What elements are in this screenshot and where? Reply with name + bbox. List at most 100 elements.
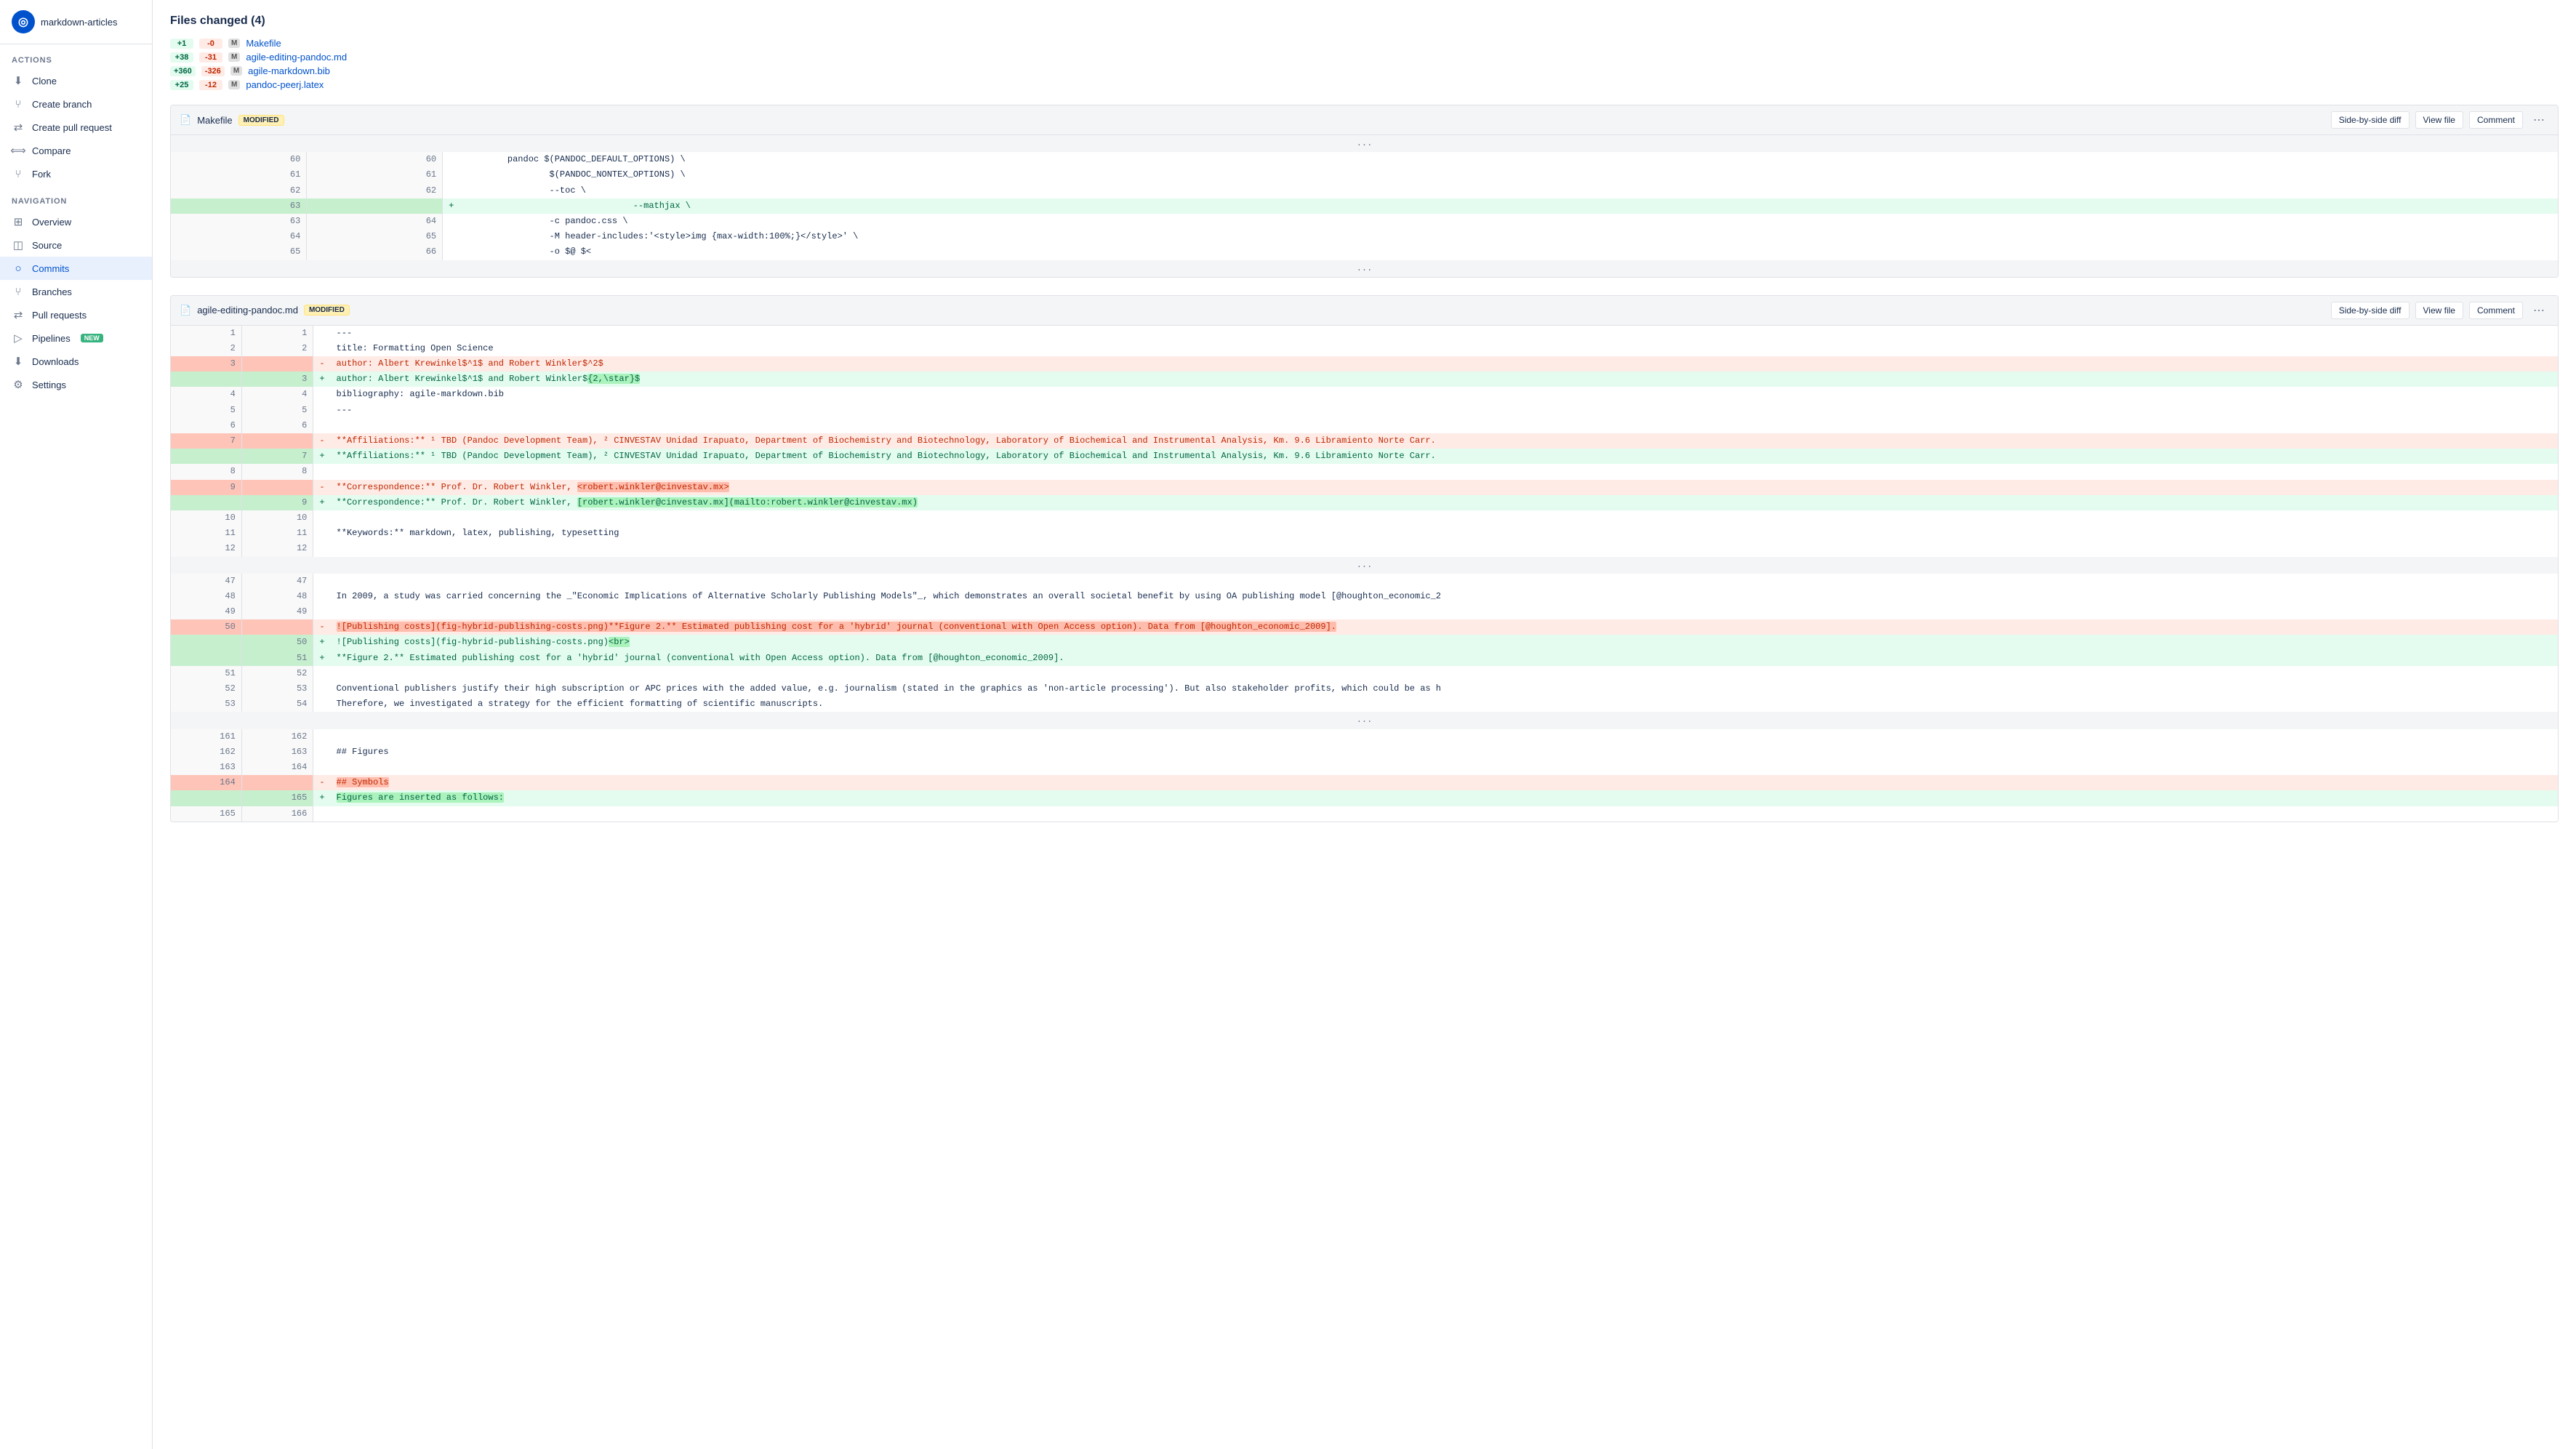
sidebar-item-fork[interactable]: ⑂ Fork: [0, 162, 152, 185]
sidebar-item-label: Source: [32, 240, 62, 251]
line-num-new: 163: [241, 744, 313, 760]
diff-remove-badge: -12: [199, 80, 222, 90]
file-link[interactable]: Makefile: [246, 38, 281, 49]
table-row: 12 12: [171, 541, 2558, 556]
diff-marker: [313, 666, 331, 681]
sidebar-item-label: Overview: [32, 217, 71, 228]
sidebar-item-settings[interactable]: ⚙ Settings: [0, 373, 152, 396]
fork-icon: ⑂: [12, 167, 25, 180]
side-by-side-button[interactable]: Side-by-side diff: [2331, 111, 2410, 129]
sidebar-item-create-branch[interactable]: ⑂ Create branch: [0, 92, 152, 116]
line-num-new: 162: [241, 729, 313, 744]
diff-remove-badge: -0: [199, 39, 222, 49]
table-row: 49 49: [171, 604, 2558, 619]
line-num-old: [171, 651, 241, 666]
diff-marker: -: [313, 619, 331, 635]
diff-filename: Makefile: [197, 115, 232, 126]
line-content: [331, 604, 2558, 619]
logo-icon: ◎: [12, 10, 35, 33]
file-list: +1 -0 M Makefile +38 -31 M agile-editing…: [170, 38, 2559, 90]
table-row: 63 + --mathjax \: [171, 198, 2558, 214]
line-num-old: 2: [171, 341, 241, 356]
sidebar-item-label: Commits: [32, 263, 69, 274]
table-row: 6 6: [171, 418, 2558, 433]
comment-button[interactable]: Comment: [2469, 302, 2523, 319]
line-num-new: 164: [241, 760, 313, 775]
line-num-new: [241, 619, 313, 635]
sidebar-item-pull-requests[interactable]: ⇄ Pull requests: [0, 303, 152, 326]
line-num-new: 1: [241, 326, 313, 341]
line-num-old: [171, 635, 241, 650]
view-file-button[interactable]: View file: [2415, 302, 2463, 319]
file-link[interactable]: agile-editing-pandoc.md: [246, 52, 347, 63]
line-content: --mathjax \: [460, 198, 2558, 214]
sidebar-item-compare[interactable]: ⟺ Compare: [0, 139, 152, 162]
line-num-new: 65: [307, 229, 443, 244]
line-content: [331, 510, 2558, 526]
sidebar-item-overview[interactable]: ⊞ Overview: [0, 210, 152, 233]
sidebar-item-commits[interactable]: ○ Commits: [0, 257, 152, 280]
line-num-new: 165: [241, 790, 313, 806]
actions-label: ACTIONS: [0, 44, 152, 69]
line-content: [331, 464, 2558, 479]
line-num-old: [171, 790, 241, 806]
diff-marker: [443, 229, 460, 244]
line-num-old: [171, 372, 241, 387]
line-num-old: 5: [171, 403, 241, 418]
more-button[interactable]: ⋯: [2529, 111, 2549, 129]
line-num-new: 50: [241, 635, 313, 650]
sidebar-item-create-pull-request[interactable]: ⇄ Create pull request: [0, 116, 152, 139]
file-link[interactable]: agile-markdown.bib: [248, 65, 330, 76]
table-row: 47 47: [171, 574, 2558, 589]
diff-marker: [313, 744, 331, 760]
sidebar-item-downloads[interactable]: ⬇ Downloads: [0, 350, 152, 373]
diff-marker: [313, 697, 331, 712]
diff-marker: [313, 326, 331, 341]
diff-marker: +: [313, 372, 331, 387]
files-changed-header: Files changed (4): [170, 15, 2559, 28]
overview-icon: ⊞: [12, 215, 25, 228]
table-row: 1 1 ---: [171, 326, 2558, 341]
line-content: pandoc $(PANDOC_DEFAULT_OPTIONS) \: [460, 152, 2558, 167]
line-num-old: 63: [171, 198, 307, 214]
line-num-new: 52: [241, 666, 313, 681]
sidebar-item-clone[interactable]: ⬇ Clone: [0, 69, 152, 92]
line-num-old: 164: [171, 775, 241, 790]
view-file-button[interactable]: View file: [2415, 111, 2463, 129]
sidebar: ◎ markdown-articles ACTIONS ⬇ Clone ⑂ Cr…: [0, 0, 153, 1449]
more-button[interactable]: ⋯: [2529, 302, 2549, 319]
line-num-new: [241, 356, 313, 372]
comment-button[interactable]: Comment: [2469, 111, 2523, 129]
line-content: ---: [331, 326, 2558, 341]
diff-marker: -: [313, 433, 331, 449]
sidebar-item-pipelines[interactable]: ▷ Pipelines NEW: [0, 326, 152, 350]
diff-marker: [313, 464, 331, 479]
file-link[interactable]: pandoc-peerj.latex: [246, 79, 324, 90]
branches-icon: ⑂: [12, 285, 25, 298]
download-icon: ⬇: [12, 74, 25, 87]
sidebar-item-label: Create pull request: [32, 122, 112, 133]
line-num-new: 6: [241, 418, 313, 433]
diff-add-badge: +1: [170, 39, 193, 49]
diff-marker: +: [313, 635, 331, 650]
line-content: bibliography: agile-markdown.bib: [331, 387, 2558, 402]
line-content: Figures are inserted as follows:: [331, 790, 2558, 806]
sidebar-item-source[interactable]: ◫ Source: [0, 233, 152, 257]
line-content: ## Figures: [331, 744, 2558, 760]
line-num-old: 64: [171, 229, 307, 244]
table-row: 164 - ## Symbols: [171, 775, 2558, 790]
diff-filename: agile-editing-pandoc.md: [197, 305, 298, 316]
line-num-old: 11: [171, 526, 241, 541]
line-num-new: 3: [241, 372, 313, 387]
line-num-old: 63: [171, 214, 307, 229]
line-num-old: 52: [171, 681, 241, 697]
line-num-new: [307, 198, 443, 214]
line-num-new: 62: [307, 183, 443, 198]
side-by-side-button[interactable]: Side-by-side diff: [2331, 302, 2410, 319]
line-content: ![Publishing costs](fig-hybrid-publishin…: [331, 619, 2558, 635]
sidebar-item-branches[interactable]: ⑂ Branches: [0, 280, 152, 303]
table-row: 50 - ![Publishing costs](fig-hybrid-publ…: [171, 619, 2558, 635]
line-num-old: 162: [171, 744, 241, 760]
line-content: **Keywords:** markdown, latex, publishin…: [331, 526, 2558, 541]
line-num-new: 2: [241, 341, 313, 356]
